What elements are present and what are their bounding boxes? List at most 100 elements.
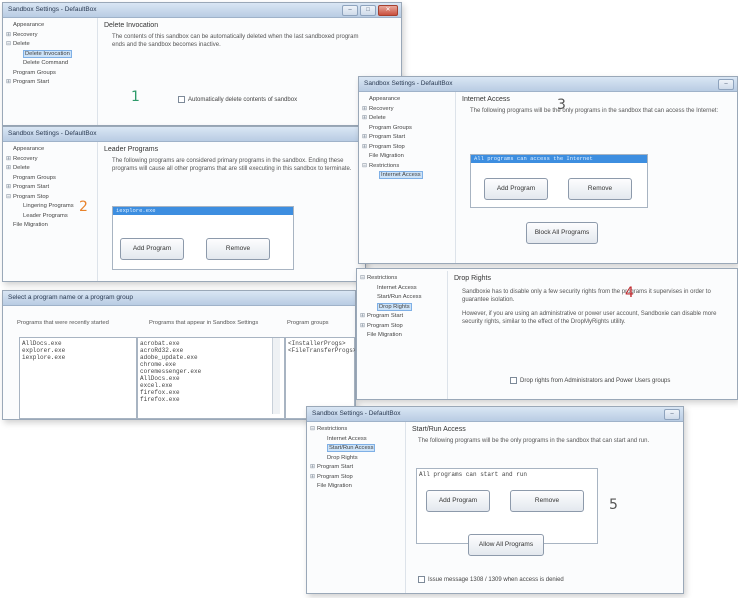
tree-item-appearance[interactable]: Appearance — [362, 95, 452, 105]
tree-item-delete[interactable]: ⊟ Delete — [6, 40, 94, 50]
checkbox-box[interactable] — [510, 377, 517, 384]
list-item[interactable]: chrome.exe — [140, 361, 282, 368]
auto-delete-checkbox[interactable]: Automatically delete contents of sandbox — [178, 96, 297, 103]
expand-icon[interactable]: ⊞ — [310, 463, 317, 473]
minimize-icon[interactable]: – — [342, 5, 358, 16]
content-pane: Delete Invocation The contents of this s… — [97, 18, 401, 125]
tree-item-appearance[interactable]: Appearance — [6, 21, 94, 31]
tree-item-internet-access[interactable]: Internet Access — [360, 284, 444, 294]
tree-item-program-start[interactable]: ⊞ Program Start — [310, 463, 398, 473]
tree-item-restrictions[interactable]: ⊟ Restrictions — [360, 274, 444, 284]
list-item[interactable]: iexplore.exe — [22, 354, 134, 361]
expand-icon[interactable]: ⊞ — [6, 31, 13, 41]
list-item[interactable]: excel.exe — [140, 382, 282, 389]
list-item[interactable]: <InstallerProgs> — [288, 340, 352, 347]
list-item[interactable]: explorer.exe — [22, 347, 134, 354]
collapse-icon[interactable]: ⊟ — [360, 274, 367, 284]
expand-icon[interactable]: ⊞ — [362, 133, 369, 143]
close-icon[interactable]: ✕ — [378, 5, 398, 16]
settings-programs-list[interactable]: acrobat.exe acroRd32.exe adobe_update.exe c… — [137, 337, 285, 419]
tree-item-delete[interactable]: ⊞ Delete — [362, 114, 452, 124]
list-item[interactable]: AllDocs.exe — [22, 340, 134, 347]
remove-button[interactable]: Remove — [206, 238, 270, 260]
block-all-programs-button[interactable]: Block All Programs — [526, 222, 598, 244]
tree-item-program-groups[interactable]: Program Groups — [6, 69, 94, 79]
add-program-button[interactable]: Add Program — [426, 490, 490, 512]
expand-icon[interactable]: ⊞ — [6, 164, 13, 174]
tree-item-drop-rights[interactable]: Drop Rights — [310, 454, 398, 464]
tree-item-recovery[interactable]: ⊞ Recovery — [6, 155, 92, 165]
expand-icon[interactable]: ⊞ — [6, 155, 13, 165]
tree-item-program-groups[interactable]: Program Groups — [362, 124, 452, 134]
list-item[interactable]: coremessenger.exe — [140, 368, 282, 375]
expand-icon[interactable]: ⊞ — [310, 473, 317, 483]
checkbox-box[interactable] — [418, 576, 425, 583]
list-item[interactable]: acroRd32.exe — [140, 347, 282, 354]
issue-message-checkbox[interactable]: Issue message 1308 / 1309 when access is… — [418, 576, 564, 583]
expand-icon[interactable]: ⊞ — [6, 78, 13, 88]
list-item[interactable]: firefox.exe — [140, 389, 282, 396]
settings-tree: ⊟ Restrictions Internet Access Start/Run Ac… — [357, 271, 447, 399]
description-text-2: However, if you are using an administrat… — [462, 311, 717, 325]
tree-item-label: Delete — [13, 165, 30, 171]
tree-item-program-stop[interactable]: ⊞ Program Stop — [360, 322, 444, 332]
tree-item-internet-access[interactable]: Internet Access — [310, 435, 398, 445]
expand-icon[interactable]: ⊞ — [362, 105, 369, 115]
tree-item-start-run-access[interactable]: Start/Run Access — [360, 293, 444, 303]
tree-item-start-run-access[interactable]: Start/Run Access — [310, 444, 398, 454]
expand-icon[interactable]: ⊞ — [360, 312, 367, 322]
tree-item-delete-command[interactable]: Delete Command — [6, 59, 94, 69]
tree-item-program-stop[interactable]: ⊞ Program Stop — [310, 473, 398, 483]
list-item[interactable]: adobe_update.exe — [140, 354, 282, 361]
tree-item-delete-invocation[interactable]: Delete Invocation — [6, 49, 94, 60]
tree-item-program-start[interactable]: ⊞ Program Start — [6, 78, 94, 88]
tree-item-program-start[interactable]: ⊞ Program Start — [362, 133, 452, 143]
recent-programs-list[interactable]: AllDocs.exe explorer.exe iexplore.exe — [19, 337, 137, 419]
expand-icon[interactable]: ⊞ — [362, 114, 369, 124]
tree-item-drop-rights[interactable]: Drop Rights — [360, 302, 444, 313]
list-item[interactable]: iexplore.exe — [113, 207, 293, 215]
tree-item-label: Internet Access — [377, 284, 417, 291]
collapse-icon[interactable]: ⊟ — [6, 40, 13, 50]
expand-icon[interactable]: ⊞ — [360, 322, 367, 332]
list-item[interactable]: firefox.exe — [140, 396, 282, 403]
add-program-button[interactable]: Add Program — [484, 178, 548, 200]
list-item[interactable]: All programs can access the Internet — [471, 155, 647, 163]
tree-item-file-migration[interactable]: File Migration — [360, 331, 444, 341]
add-program-button[interactable]: Add Program — [120, 238, 184, 260]
remove-button[interactable]: Remove — [510, 490, 584, 512]
tree-item-recovery[interactable]: ⊞ Recovery — [362, 105, 452, 115]
tree-item-file-migration[interactable]: File Migration — [362, 152, 452, 162]
list-item[interactable]: <FileTransferProgs> — [288, 347, 355, 354]
checkbox-box[interactable] — [178, 96, 185, 103]
tree-item-program-stop[interactable]: ⊞ Program Stop — [362, 143, 452, 153]
tree-item-restrictions[interactable]: ⊟ Restrictions — [310, 425, 398, 435]
tree-item-appearance[interactable]: Appearance — [6, 145, 92, 155]
tree-item-program-start[interactable]: ⊞ Program Start — [360, 312, 444, 322]
tree-item-restrictions[interactable]: ⊟ Restrictions — [362, 162, 452, 172]
list-item[interactable]: All programs can start and run — [419, 471, 595, 478]
list-scrollbar[interactable] — [272, 338, 280, 414]
expand-icon[interactable]: ⊞ — [362, 143, 369, 153]
tree-item-recovery[interactable]: ⊞ Recovery — [6, 31, 94, 41]
tree-item-program-groups[interactable]: Program Groups — [6, 174, 92, 184]
drop-rights-checkbox[interactable]: Drop rights from Administrators and Powe… — [510, 377, 670, 384]
remove-button[interactable]: Remove — [568, 178, 632, 200]
list-item[interactable]: acrobat.exe — [140, 340, 282, 347]
expand-icon[interactable]: ⊞ — [6, 183, 13, 193]
collapse-icon[interactable]: ⊟ — [6, 193, 13, 203]
allow-all-programs-button[interactable]: Allow All Programs — [468, 534, 544, 556]
column-header-recent: Programs that were recently started — [17, 320, 109, 326]
minimize-icon[interactable]: – — [718, 79, 734, 90]
tree-item-file-migration[interactable]: File Migration — [310, 482, 398, 492]
maximize-icon[interactable]: □ — [360, 5, 376, 16]
collapse-icon[interactable]: ⊟ — [362, 162, 369, 172]
list-item[interactable]: AllDocs.exe — [140, 375, 282, 382]
tree-item-internet-access[interactable]: Internet Access — [362, 171, 452, 181]
tree-item-file-migration[interactable]: File Migration — [6, 221, 92, 231]
collapse-icon[interactable]: ⊟ — [310, 425, 317, 435]
tree-item-label: Program Groups — [13, 69, 56, 76]
minimize-icon[interactable]: – — [664, 409, 680, 420]
tree-item-delete[interactable]: ⊞ Delete — [6, 164, 92, 174]
tree-item-program-start[interactable]: ⊞ Program Start — [6, 183, 92, 193]
